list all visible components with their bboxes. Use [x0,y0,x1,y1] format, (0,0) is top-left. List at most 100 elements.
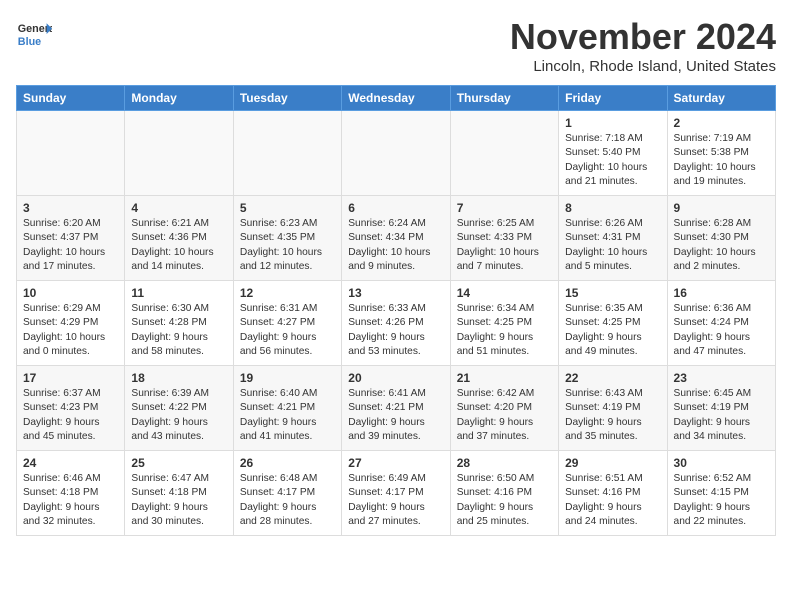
calendar-cell: 12 Sunrise: 6:31 AM Sunset: 4:27 PM Dayli… [233,281,341,366]
day-info: Sunrise: 7:18 AM Sunset: 5:40 PM Dayligh… [565,132,660,189]
calendar-cell: 7 Sunrise: 6:25 AM Sunset: 4:33 PM Daylig… [450,196,558,281]
day-header-friday: Friday [559,86,667,111]
day-number: 6 [348,201,443,215]
day-info: Sunrise: 6:25 AM Sunset: 4:33 PM Dayligh… [457,217,552,274]
day-header-wednesday: Wednesday [342,86,450,111]
calendar-cell: 8 Sunrise: 6:26 AM Sunset: 4:31 PM Daylig… [559,196,667,281]
calendar-cell [17,111,125,196]
day-number: 25 [131,456,226,470]
calendar-cell: 13 Sunrise: 6:33 AM Sunset: 4:26 PM Dayli… [342,281,450,366]
calendar-subtitle: Lincoln, Rhode Island, United States [510,58,776,75]
day-number: 13 [348,286,443,300]
calendar-cell [450,111,558,196]
week-row-5: 24 Sunrise: 6:46 AM Sunset: 4:18 PM Dayli… [17,451,776,536]
day-number: 16 [674,286,769,300]
calendar-cell: 16 Sunrise: 6:36 AM Sunset: 4:24 PM Dayli… [667,281,775,366]
day-info: Sunrise: 6:23 AM Sunset: 4:35 PM Dayligh… [240,217,335,274]
day-number: 8 [565,201,660,215]
day-number: 22 [565,371,660,385]
day-info: Sunrise: 6:20 AM Sunset: 4:37 PM Dayligh… [23,217,118,274]
calendar-cell: 26 Sunrise: 6:48 AM Sunset: 4:17 PM Dayli… [233,451,341,536]
day-info: Sunrise: 6:42 AM Sunset: 4:20 PM Dayligh… [457,387,552,444]
week-row-1: 1 Sunrise: 7:18 AM Sunset: 5:40 PM Daylig… [17,111,776,196]
day-info: Sunrise: 6:31 AM Sunset: 4:27 PM Dayligh… [240,302,335,359]
calendar-cell: 4 Sunrise: 6:21 AM Sunset: 4:36 PM Daylig… [125,196,233,281]
day-number: 14 [457,286,552,300]
day-info: Sunrise: 6:45 AM Sunset: 4:19 PM Dayligh… [674,387,769,444]
day-header-monday: Monday [125,86,233,111]
calendar-cell: 19 Sunrise: 6:40 AM Sunset: 4:21 PM Dayli… [233,366,341,451]
day-info: Sunrise: 6:28 AM Sunset: 4:30 PM Dayligh… [674,217,769,274]
day-number: 23 [674,371,769,385]
calendar-cell: 23 Sunrise: 6:45 AM Sunset: 4:19 PM Dayli… [667,366,775,451]
calendar-cell: 10Sunrise: 6:29 AM Sunset: 4:29 PM Dayli… [17,281,125,366]
day-info: Sunrise: 6:37 AM Sunset: 4:23 PM Dayligh… [23,387,118,444]
calendar-cell [342,111,450,196]
day-info: Sunrise: 6:30 AM Sunset: 4:28 PM Dayligh… [131,302,226,359]
day-info: Sunrise: 6:40 AM Sunset: 4:21 PM Dayligh… [240,387,335,444]
calendar-cell: 14 Sunrise: 6:34 AM Sunset: 4:25 PM Dayli… [450,281,558,366]
day-info: Sunrise: 6:39 AM Sunset: 4:22 PM Dayligh… [131,387,226,444]
logo: General Blue [16,16,52,52]
day-info: Sunrise: 6:48 AM Sunset: 4:17 PM Dayligh… [240,472,335,529]
calendar-body: 1 Sunrise: 7:18 AM Sunset: 5:40 PM Daylig… [17,111,776,536]
calendar-cell [233,111,341,196]
calendar-cell: 5 Sunrise: 6:23 AM Sunset: 4:35 PM Daylig… [233,196,341,281]
day-number: 5 [240,201,335,215]
week-row-3: 10Sunrise: 6:29 AM Sunset: 4:29 PM Dayli… [17,281,776,366]
calendar-cell: 2 Sunrise: 7:19 AM Sunset: 5:38 PM Daylig… [667,111,775,196]
calendar-cell: 24 Sunrise: 6:46 AM Sunset: 4:18 PM Dayli… [17,451,125,536]
day-info: Sunrise: 6:24 AM Sunset: 4:34 PM Dayligh… [348,217,443,274]
calendar-cell: 18Sunrise: 6:39 AM Sunset: 4:22 PM Dayli… [125,366,233,451]
day-info: Sunrise: 6:50 AM Sunset: 4:16 PM Dayligh… [457,472,552,529]
day-info: Sunrise: 6:36 AM Sunset: 4:24 PM Dayligh… [674,302,769,359]
day-number: 29 [565,456,660,470]
day-info: Sunrise: 6:26 AM Sunset: 4:31 PM Dayligh… [565,217,660,274]
day-number: 2 [674,116,769,130]
day-number: 30 [674,456,769,470]
calendar-cell: 1 Sunrise: 7:18 AM Sunset: 5:40 PM Daylig… [559,111,667,196]
day-header-tuesday: Tuesday [233,86,341,111]
logo-icon: General Blue [16,16,52,52]
day-info: Sunrise: 6:52 AM Sunset: 4:15 PM Dayligh… [674,472,769,529]
calendar-title: November 2024 [510,16,776,58]
day-info: Sunrise: 6:33 AM Sunset: 4:26 PM Dayligh… [348,302,443,359]
calendar-table: SundayMondayTuesdayWednesdayThursdayFrid… [16,85,776,536]
calendar-header-row: SundayMondayTuesdayWednesdayThursdayFrid… [17,86,776,111]
day-number: 1 [565,116,660,130]
day-number: 19 [240,371,335,385]
day-info: Sunrise: 6:35 AM Sunset: 4:25 PM Dayligh… [565,302,660,359]
day-number: 28 [457,456,552,470]
calendar-cell: 20 Sunrise: 6:41 AM Sunset: 4:21 PM Dayli… [342,366,450,451]
calendar-cell: 28 Sunrise: 6:50 AM Sunset: 4:16 PM Dayli… [450,451,558,536]
day-info: Sunrise: 6:46 AM Sunset: 4:18 PM Dayligh… [23,472,118,529]
day-info: Sunrise: 7:19 AM Sunset: 5:38 PM Dayligh… [674,132,769,189]
day-number: 17 [23,371,118,385]
calendar-cell: 15 Sunrise: 6:35 AM Sunset: 4:25 PM Dayli… [559,281,667,366]
day-number: 12 [240,286,335,300]
day-number: 15 [565,286,660,300]
day-number: 10 [23,286,118,300]
day-number: 4 [131,201,226,215]
day-number: 9 [674,201,769,215]
week-row-2: 3Sunrise: 6:20 AM Sunset: 4:37 PM Daylig… [17,196,776,281]
day-info: Sunrise: 6:34 AM Sunset: 4:25 PM Dayligh… [457,302,552,359]
calendar-cell: 22 Sunrise: 6:43 AM Sunset: 4:19 PM Dayli… [559,366,667,451]
day-info: Sunrise: 6:51 AM Sunset: 4:16 PM Dayligh… [565,472,660,529]
day-header-sunday: Sunday [17,86,125,111]
day-info: Sunrise: 6:43 AM Sunset: 4:19 PM Dayligh… [565,387,660,444]
day-number: 20 [348,371,443,385]
week-row-4: 17 Sunrise: 6:37 AM Sunset: 4:23 PM Dayli… [17,366,776,451]
day-info: Sunrise: 6:21 AM Sunset: 4:36 PM Dayligh… [131,217,226,274]
header: General Blue November 2024 Lincoln, Rhod… [16,16,776,75]
day-number: 24 [23,456,118,470]
calendar-cell: 9 Sunrise: 6:28 AM Sunset: 4:30 PM Daylig… [667,196,775,281]
day-info: Sunrise: 6:41 AM Sunset: 4:21 PM Dayligh… [348,387,443,444]
day-info: Sunrise: 6:47 AM Sunset: 4:18 PM Dayligh… [131,472,226,529]
day-number: 7 [457,201,552,215]
calendar-cell: 25 Sunrise: 6:47 AM Sunset: 4:18 PM Dayli… [125,451,233,536]
calendar-cell [125,111,233,196]
day-number: 27 [348,456,443,470]
day-number: 26 [240,456,335,470]
day-header-saturday: Saturday [667,86,775,111]
